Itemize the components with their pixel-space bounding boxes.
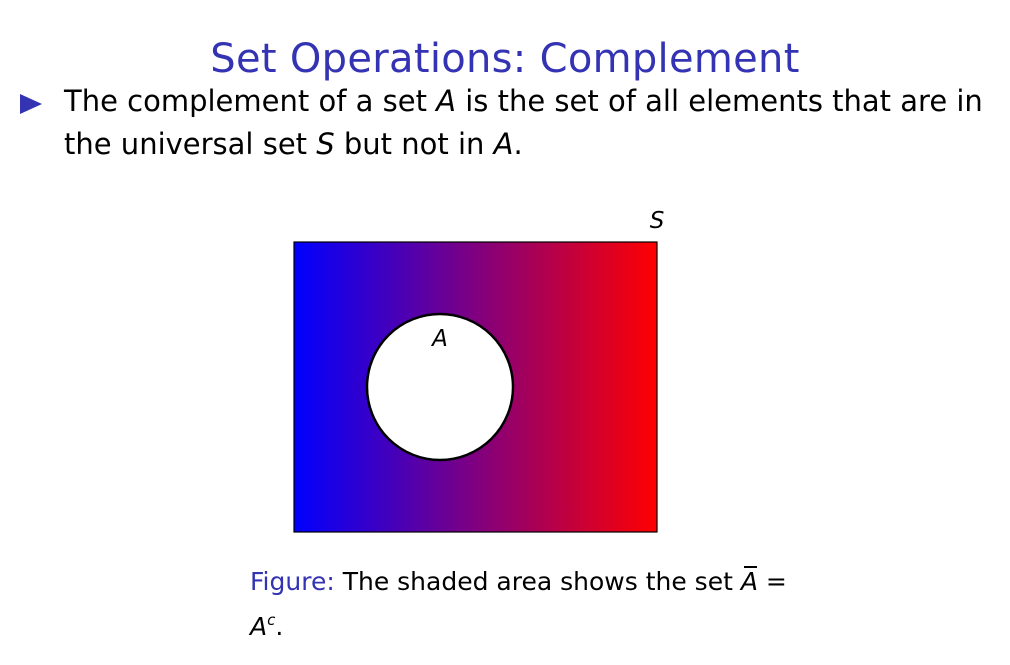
caption-text: The shaded area shows the set [334, 567, 741, 596]
a-bar-symbol: A [741, 563, 758, 601]
set-a-label: A [430, 326, 448, 352]
universal-set-label: S [650, 208, 665, 234]
venn-diagram: A S [293, 208, 665, 533]
a-symbol: A [250, 612, 268, 641]
figure-caption: Figure: The shaded area shows the set A … [250, 563, 810, 646]
caption-label: Figure: [250, 567, 335, 596]
caption-period: . [275, 612, 284, 641]
set-a-variable-2: A [493, 127, 514, 161]
set-s-variable: S [316, 127, 335, 161]
equals-sign: = [757, 567, 787, 596]
bullet-text: The complement of a set A is the set of … [64, 80, 984, 166]
bullet-text-part-3: but not in [334, 127, 494, 161]
triangle-bullet-icon [20, 94, 42, 114]
bullet-text-period: . [513, 127, 523, 161]
set-a-variable: A [436, 84, 457, 118]
bullet-text-part-1: The complement of a set [64, 84, 437, 118]
slide-title: Set Operations: Complement [210, 35, 800, 82]
